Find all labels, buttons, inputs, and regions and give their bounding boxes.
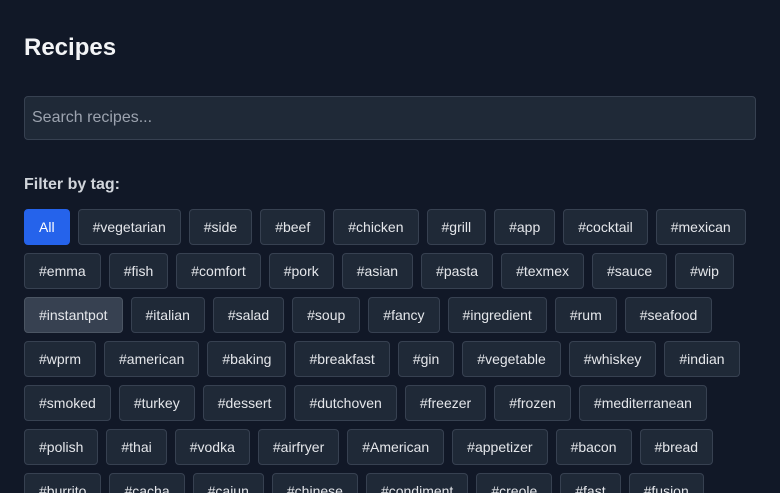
tag-button-beef[interactable]: #beef <box>260 209 326 245</box>
tag-button-mexican[interactable]: #mexican <box>655 209 746 245</box>
tag-button-asian[interactable]: #asian <box>341 253 414 289</box>
tag-button-appetizer[interactable]: #appetizer <box>452 429 548 465</box>
tag-button-creole[interactable]: #creole <box>476 473 553 493</box>
tag-button-rum[interactable]: #rum <box>554 297 617 333</box>
tag-button-bread[interactable]: #bread <box>639 429 714 465</box>
tag-button-chinese[interactable]: #chinese <box>271 473 358 493</box>
tag-button-mediterranean[interactable]: #mediterranean <box>578 385 707 421</box>
tag-button-vegetable[interactable]: #vegetable <box>462 341 561 377</box>
tag-button-comfort[interactable]: #comfort <box>176 253 261 289</box>
tag-button-cocktail[interactable]: #cocktail <box>563 209 648 245</box>
search-input[interactable] <box>24 96 756 140</box>
tag-button-thai[interactable]: #thai <box>106 429 167 465</box>
tag-button-fancy[interactable]: #fancy <box>368 297 440 333</box>
tag-button-instantpot[interactable]: #instantpot <box>24 297 123 333</box>
recipes-page: Recipes Filter by tag: All#vegetarian#si… <box>0 0 780 493</box>
tag-button-wip[interactable]: #wip <box>675 253 734 289</box>
tag-button-american[interactable]: #american <box>104 341 200 377</box>
tag-button-gin[interactable]: #gin <box>397 341 455 377</box>
tag-button-burrito[interactable]: #burrito <box>24 473 102 493</box>
tag-button-bacon[interactable]: #bacon <box>555 429 632 465</box>
tag-button-ingredient[interactable]: #ingredient <box>447 297 547 333</box>
tag-button-cajun[interactable]: #cajun <box>192 473 264 493</box>
tag-button-soup[interactable]: #soup <box>292 297 361 333</box>
tag-button-breakfast[interactable]: #breakfast <box>294 341 390 377</box>
tag-button-airfryer[interactable]: #airfryer <box>257 429 340 465</box>
tag-button-vegetarian[interactable]: #vegetarian <box>77 209 181 245</box>
tag-button-fusion[interactable]: #fusion <box>628 473 704 493</box>
tag-button-baking[interactable]: #baking <box>207 341 287 377</box>
tag-button-whiskey[interactable]: #whiskey <box>568 341 657 377</box>
tag-button-dessert[interactable]: #dessert <box>202 385 287 421</box>
tag-button-pork[interactable]: #pork <box>268 253 334 289</box>
page-title: Recipes <box>24 34 117 61</box>
tag-button-chicken[interactable]: #chicken <box>333 209 419 245</box>
tag-button-wprm[interactable]: #wprm <box>24 341 97 377</box>
tag-button-app[interactable]: #app <box>494 209 556 245</box>
tag-button-grill[interactable]: #grill <box>426 209 487 245</box>
tag-button-emma[interactable]: #emma <box>24 253 101 289</box>
tag-all-button[interactable]: All <box>24 209 70 245</box>
filter-label: Filter by tag: <box>24 176 121 193</box>
tag-button-seafood[interactable]: #seafood <box>624 297 713 333</box>
tag-button-vodka[interactable]: #vodka <box>174 429 250 465</box>
tag-button-sauce[interactable]: #sauce <box>592 253 668 289</box>
tag-button-cacha[interactable]: #cacha <box>109 473 185 493</box>
tag-list: All #vegetarian #side #beef #chicken #grill #a… <box>24 209 764 493</box>
tag-button-dutchoven[interactable]: #dutchoven <box>294 385 397 421</box>
tag-button-frozen[interactable]: #frozen <box>494 385 571 421</box>
tag-button-pasta[interactable]: #pasta <box>421 253 494 289</box>
tag-button-american[interactable]: #American <box>347 429 445 465</box>
tag-button-fish[interactable]: #fish <box>108 253 169 289</box>
tag-button-condiment[interactable]: #condiment <box>365 473 469 493</box>
tag-button-italian[interactable]: #italian <box>130 297 205 333</box>
tag-button-smoked[interactable]: #smoked <box>24 385 111 421</box>
tag-button-texmex[interactable]: #texmex <box>501 253 584 289</box>
tag-button-fast[interactable]: #fast <box>560 473 621 493</box>
tag-button-salad[interactable]: #salad <box>212 297 285 333</box>
tag-button-freezer[interactable]: #freezer <box>404 385 487 421</box>
tag-button-indian[interactable]: #indian <box>664 341 740 377</box>
tag-button-polish[interactable]: #polish <box>24 429 99 465</box>
tag-button-side[interactable]: #side <box>188 209 253 245</box>
tag-button-turkey[interactable]: #turkey <box>118 385 195 421</box>
